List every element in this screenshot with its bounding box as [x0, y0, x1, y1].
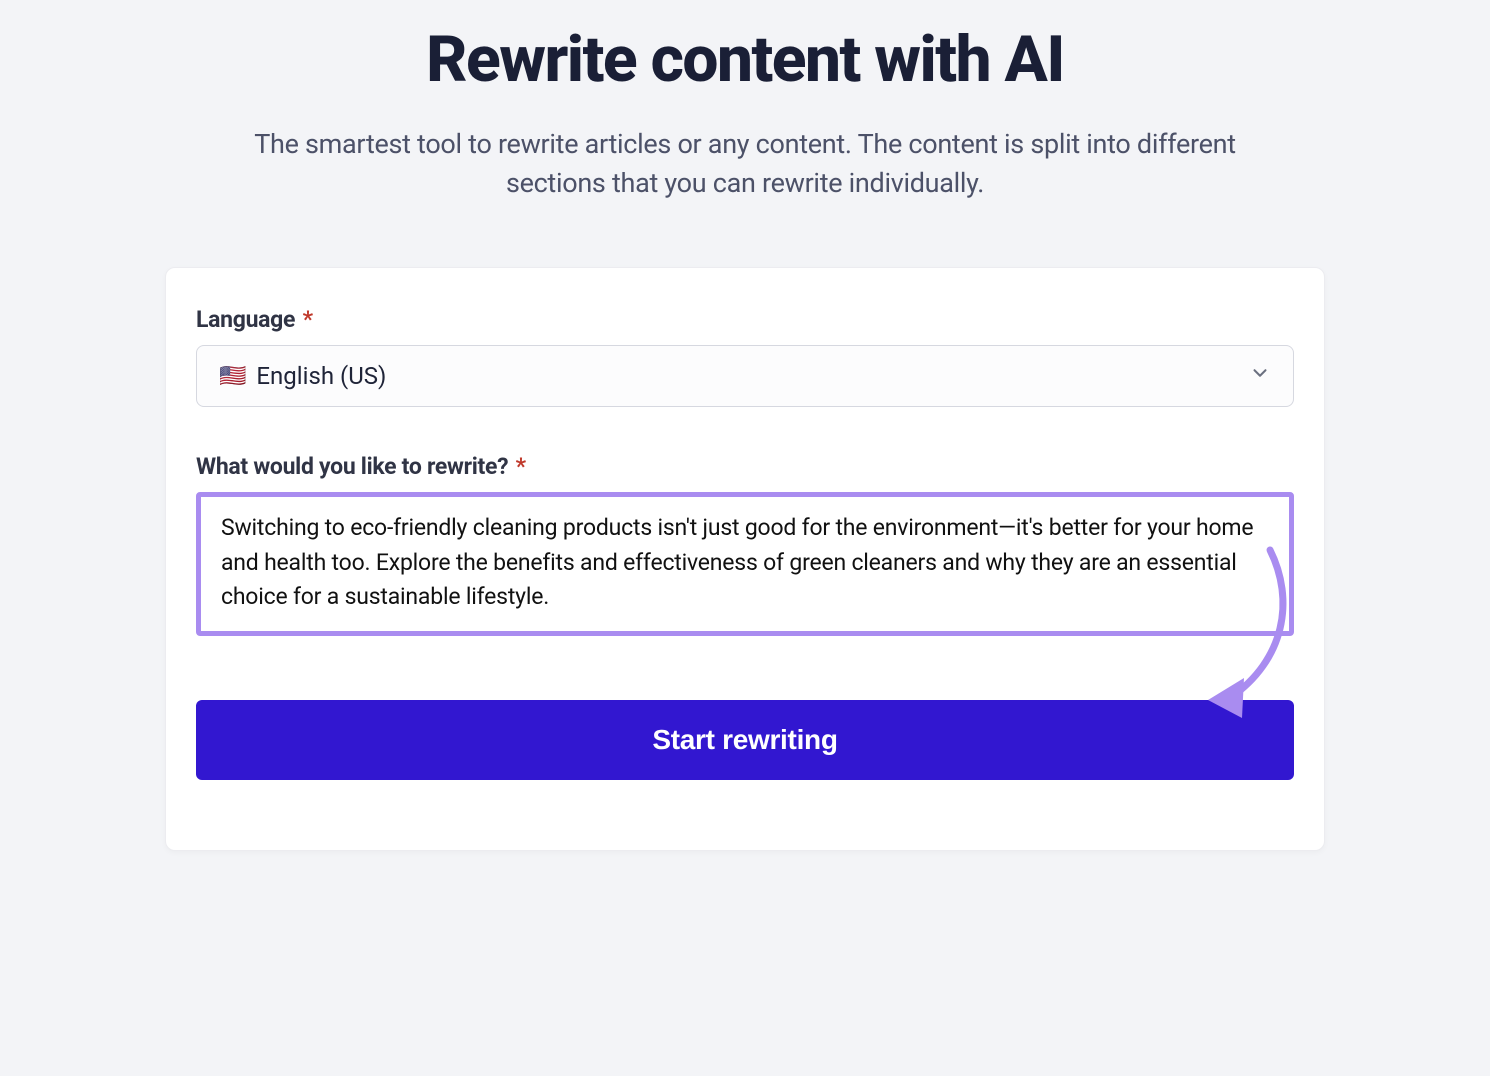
content-textarea[interactable]	[221, 511, 1269, 609]
page-root: Rewrite content with AI The smartest too…	[0, 0, 1490, 1076]
language-label: Language *	[196, 306, 1294, 333]
language-select[interactable]: 🇺🇸 English (US)	[196, 345, 1294, 407]
us-flag-icon: 🇺🇸	[219, 364, 246, 389]
form-card: Language * 🇺🇸 English (US) What would yo…	[165, 267, 1325, 851]
content-label-text: What would you like to rewrite?	[196, 453, 508, 480]
page-title: Rewrite content with AI	[0, 22, 1490, 97]
chevron-down-icon	[1249, 362, 1271, 390]
page-subtitle: The smartest tool to rewrite articles or…	[220, 125, 1270, 203]
language-label-text: Language	[196, 306, 295, 333]
language-select-wrap: 🇺🇸 English (US)	[196, 345, 1294, 407]
language-selected-value: English (US)	[256, 362, 386, 390]
required-indicator: *	[303, 306, 313, 333]
required-indicator: *	[516, 453, 526, 480]
content-label: What would you like to rewrite? *	[196, 453, 1294, 480]
start-rewriting-button[interactable]: Start rewriting	[196, 700, 1294, 780]
content-textarea-highlight	[196, 492, 1294, 636]
